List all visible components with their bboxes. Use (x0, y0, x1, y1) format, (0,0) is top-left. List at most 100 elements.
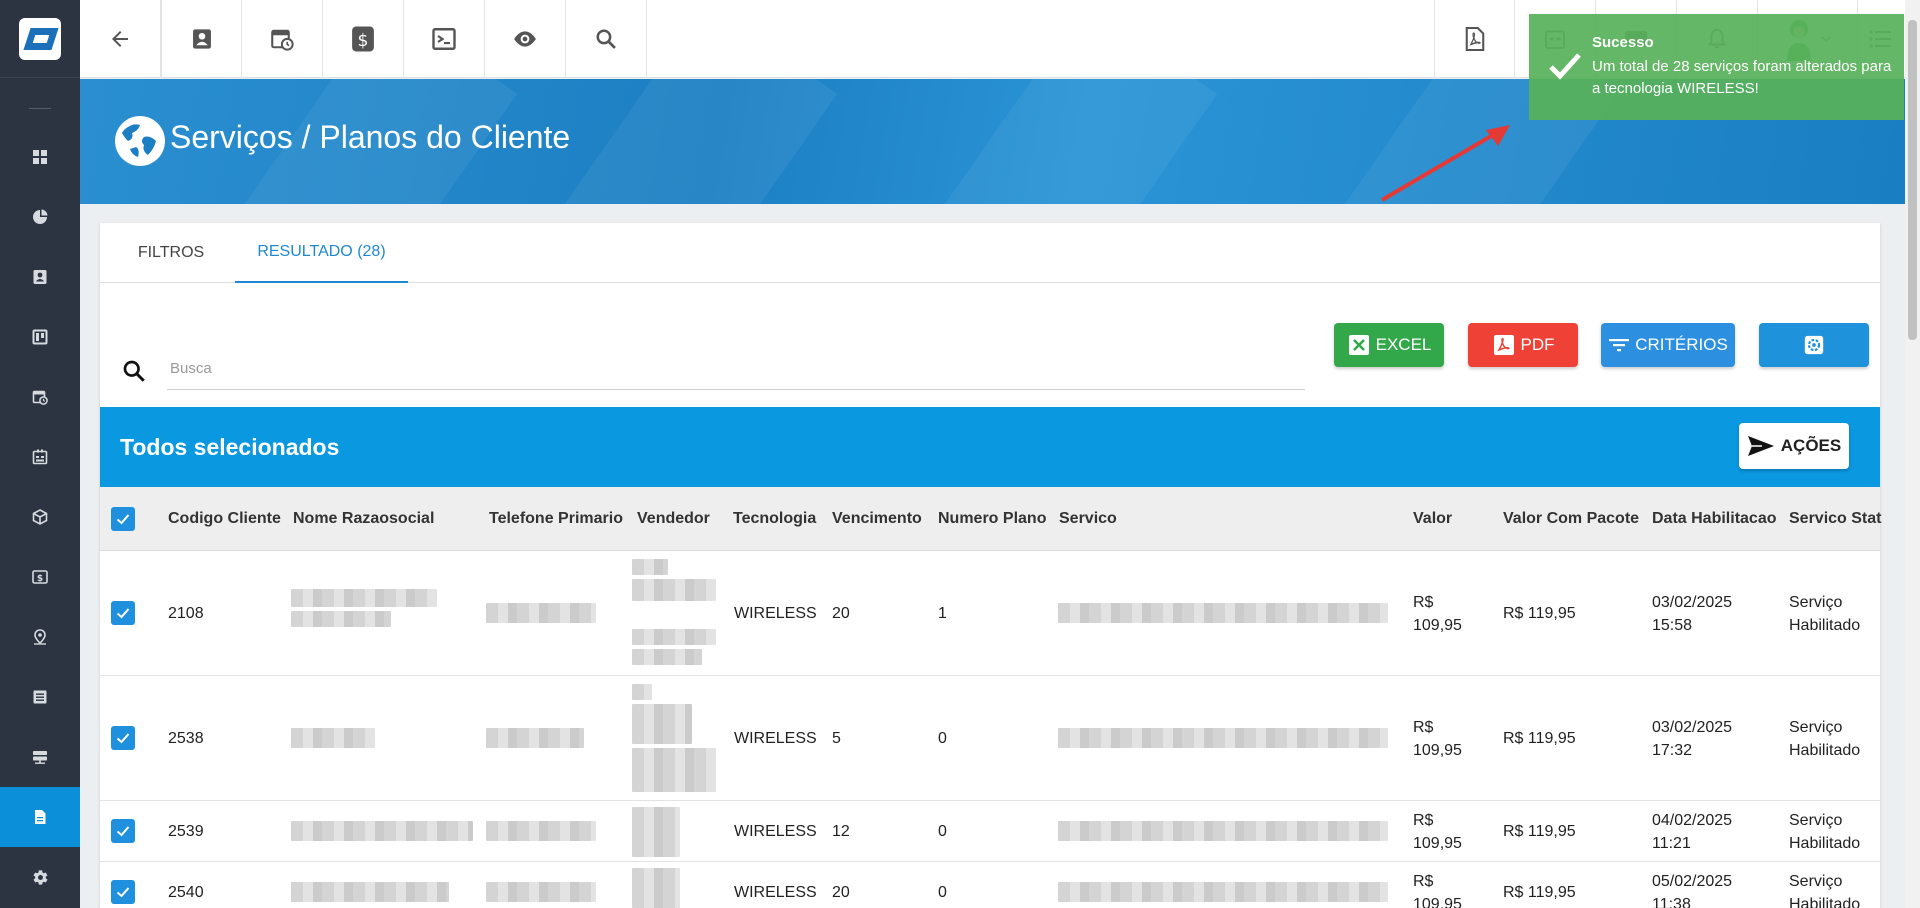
column-header[interactable]: Numero Plano (938, 487, 1046, 551)
row-checkbox[interactable] (111, 726, 135, 750)
sidebar-item-reports[interactable] (0, 187, 80, 247)
cell-numero-plano: 0 (938, 884, 947, 901)
tab-filtros[interactable]: FILTROS (114, 223, 228, 283)
acoes-button[interactable]: AÇÕES (1739, 423, 1849, 469)
column-header[interactable]: Vencimento (832, 487, 922, 551)
column-header[interactable]: Valor Com Pacote (1503, 487, 1639, 551)
sidebar-item-list[interactable] (0, 667, 80, 727)
gear-icon (33, 869, 47, 885)
select-all-checkbox[interactable] (111, 507, 135, 531)
pdf-export-button[interactable]: PDF (1468, 323, 1578, 367)
excel-icon (1348, 335, 1369, 355)
table-row[interactable]: 2538 WIRELESS 5 0 R$ 109,95 R$ 119,95 03… (100, 676, 1880, 801)
column-header[interactable]: Nome Razaosocial (293, 487, 434, 551)
redacted-service (1058, 821, 1388, 841)
settings-button[interactable] (1759, 323, 1869, 367)
column-header[interactable]: Codigo Cliente (168, 487, 281, 551)
redacted-seller (632, 579, 716, 601)
tab-bar: FILTROS RESULTADO (28) (100, 223, 1880, 283)
redacted-phone (486, 603, 596, 623)
sidebar-item-settings[interactable] (0, 847, 80, 907)
page-scrollbar[interactable] (1905, 0, 1920, 908)
cell-valor-pacote: R$ 119,95 (1503, 884, 1576, 901)
pdf-shortcut-button[interactable] (1434, 0, 1515, 78)
cell-valor-pacote: R$ 119,95 (1503, 605, 1576, 622)
cell-status: Serviço Habilitado (1789, 872, 1861, 908)
search-shortcut-button[interactable] (566, 0, 647, 78)
calendar-building-icon (32, 449, 48, 465)
tab-resultado[interactable]: RESULTADO (28) (235, 223, 408, 283)
search-input[interactable] (167, 348, 1305, 390)
cell-status: Serviço Habilitado (1789, 811, 1861, 852)
cell-data: 04/02/2025 11:21 (1652, 811, 1733, 852)
row-checkbox[interactable] (111, 601, 135, 625)
cell-status: Serviço Habilitado (1789, 718, 1861, 759)
cell-tecnologia: WIRELESS (734, 884, 817, 901)
sidebar-item-board[interactable] (0, 307, 80, 367)
cell-tecnologia: WIRELESS (734, 730, 817, 747)
redacted-seller (632, 807, 680, 857)
row-checkbox[interactable] (111, 819, 135, 843)
sidebar-item-clients[interactable] (0, 247, 80, 307)
check-icon (116, 826, 130, 837)
table-row[interactable]: 2540 WIRELESS 20 0 R$ 109,95 R$ 119,95 0… (100, 862, 1880, 908)
column-header[interactable]: Data Habilitacao (1652, 487, 1776, 551)
schedule-shortcut-button[interactable] (242, 0, 323, 78)
excel-export-button[interactable]: EXCEL (1334, 323, 1444, 367)
results-card: FILTROS RESULTADO (28) EXCEL PDF CRITÉRI… (100, 223, 1881, 908)
board-icon (32, 329, 48, 345)
sidebar-item-products[interactable] (0, 487, 80, 547)
cell-valor: R$ 109,95 (1413, 811, 1462, 852)
success-toast[interactable]: Sucesso Um total de 28 serviços foram al… (1529, 14, 1904, 120)
calendar-clock-icon (271, 29, 294, 51)
selection-title: Todos selecionados (120, 434, 340, 460)
checkmark-icon (1549, 53, 1581, 80)
table-row[interactable]: 2539 WIRELESS 12 0 R$ 109,95 R$ 119,95 0… (100, 801, 1880, 862)
column-header[interactable]: Valor (1413, 487, 1452, 551)
logo (19, 17, 61, 60)
column-header[interactable]: Vendedor (637, 487, 710, 551)
cell-valor-pacote: R$ 119,95 (1503, 730, 1576, 747)
logo-area[interactable] (0, 0, 80, 78)
cell-valor: R$ 109,95 (1413, 872, 1462, 908)
cell-numero-plano: 1 (938, 605, 947, 622)
eye-icon (514, 31, 536, 47)
excel-label: EXCEL (1375, 335, 1432, 354)
terminal-shortcut-button[interactable] (404, 0, 485, 78)
pie-chart-icon (33, 209, 48, 224)
sidebar-item-documents[interactable] (0, 787, 80, 847)
sidebar-item-company[interactable] (0, 427, 80, 487)
list-icon (33, 690, 47, 704)
scrollbar-thumb[interactable] (1908, 20, 1917, 340)
arrow-left-icon (112, 31, 128, 47)
criterios-button[interactable]: CRITÉRIOS (1601, 323, 1735, 367)
document-icon (35, 810, 46, 824)
cell-vencimento: 20 (832, 605, 850, 622)
sidebar-item-network[interactable] (0, 727, 80, 787)
column-header[interactable]: Telefone Primario (489, 487, 623, 551)
view-shortcut-button[interactable] (485, 0, 566, 78)
finance-shortcut-button[interactable]: $ (323, 0, 404, 78)
sidebar-item-schedule[interactable] (0, 367, 80, 427)
selection-bar: Todos selecionados AÇÕES (100, 407, 1880, 487)
table-row[interactable]: 2108 WIRELESS 20 1 R$ 109,95 R$ 119,95 0… (100, 551, 1880, 676)
back-button[interactable] (80, 0, 161, 78)
column-header[interactable]: Servico (1059, 487, 1117, 551)
column-header[interactable]: Servico Stat (1789, 487, 1881, 551)
sidebar-item-dashboard[interactable] (0, 127, 80, 187)
terminal-icon (432, 28, 456, 50)
cell-data: 03/02/2025 17:32 (1652, 718, 1733, 759)
contact-card-icon (33, 270, 47, 284)
column-header[interactable]: Tecnologia (733, 487, 816, 551)
sidebar-item-map[interactable] (0, 607, 80, 667)
redacted-name (291, 821, 473, 841)
redacted-service (1058, 728, 1388, 748)
calendar-clock-icon (32, 390, 48, 405)
clients-shortcut-button[interactable] (161, 0, 242, 78)
sidebar-item-finance[interactable]: $ (0, 547, 80, 607)
globe-icon (115, 116, 165, 166)
pdf-label: PDF (1520, 335, 1555, 354)
gear-icon (1804, 335, 1824, 355)
row-checkbox[interactable] (111, 880, 135, 904)
redacted-service (1058, 603, 1388, 623)
